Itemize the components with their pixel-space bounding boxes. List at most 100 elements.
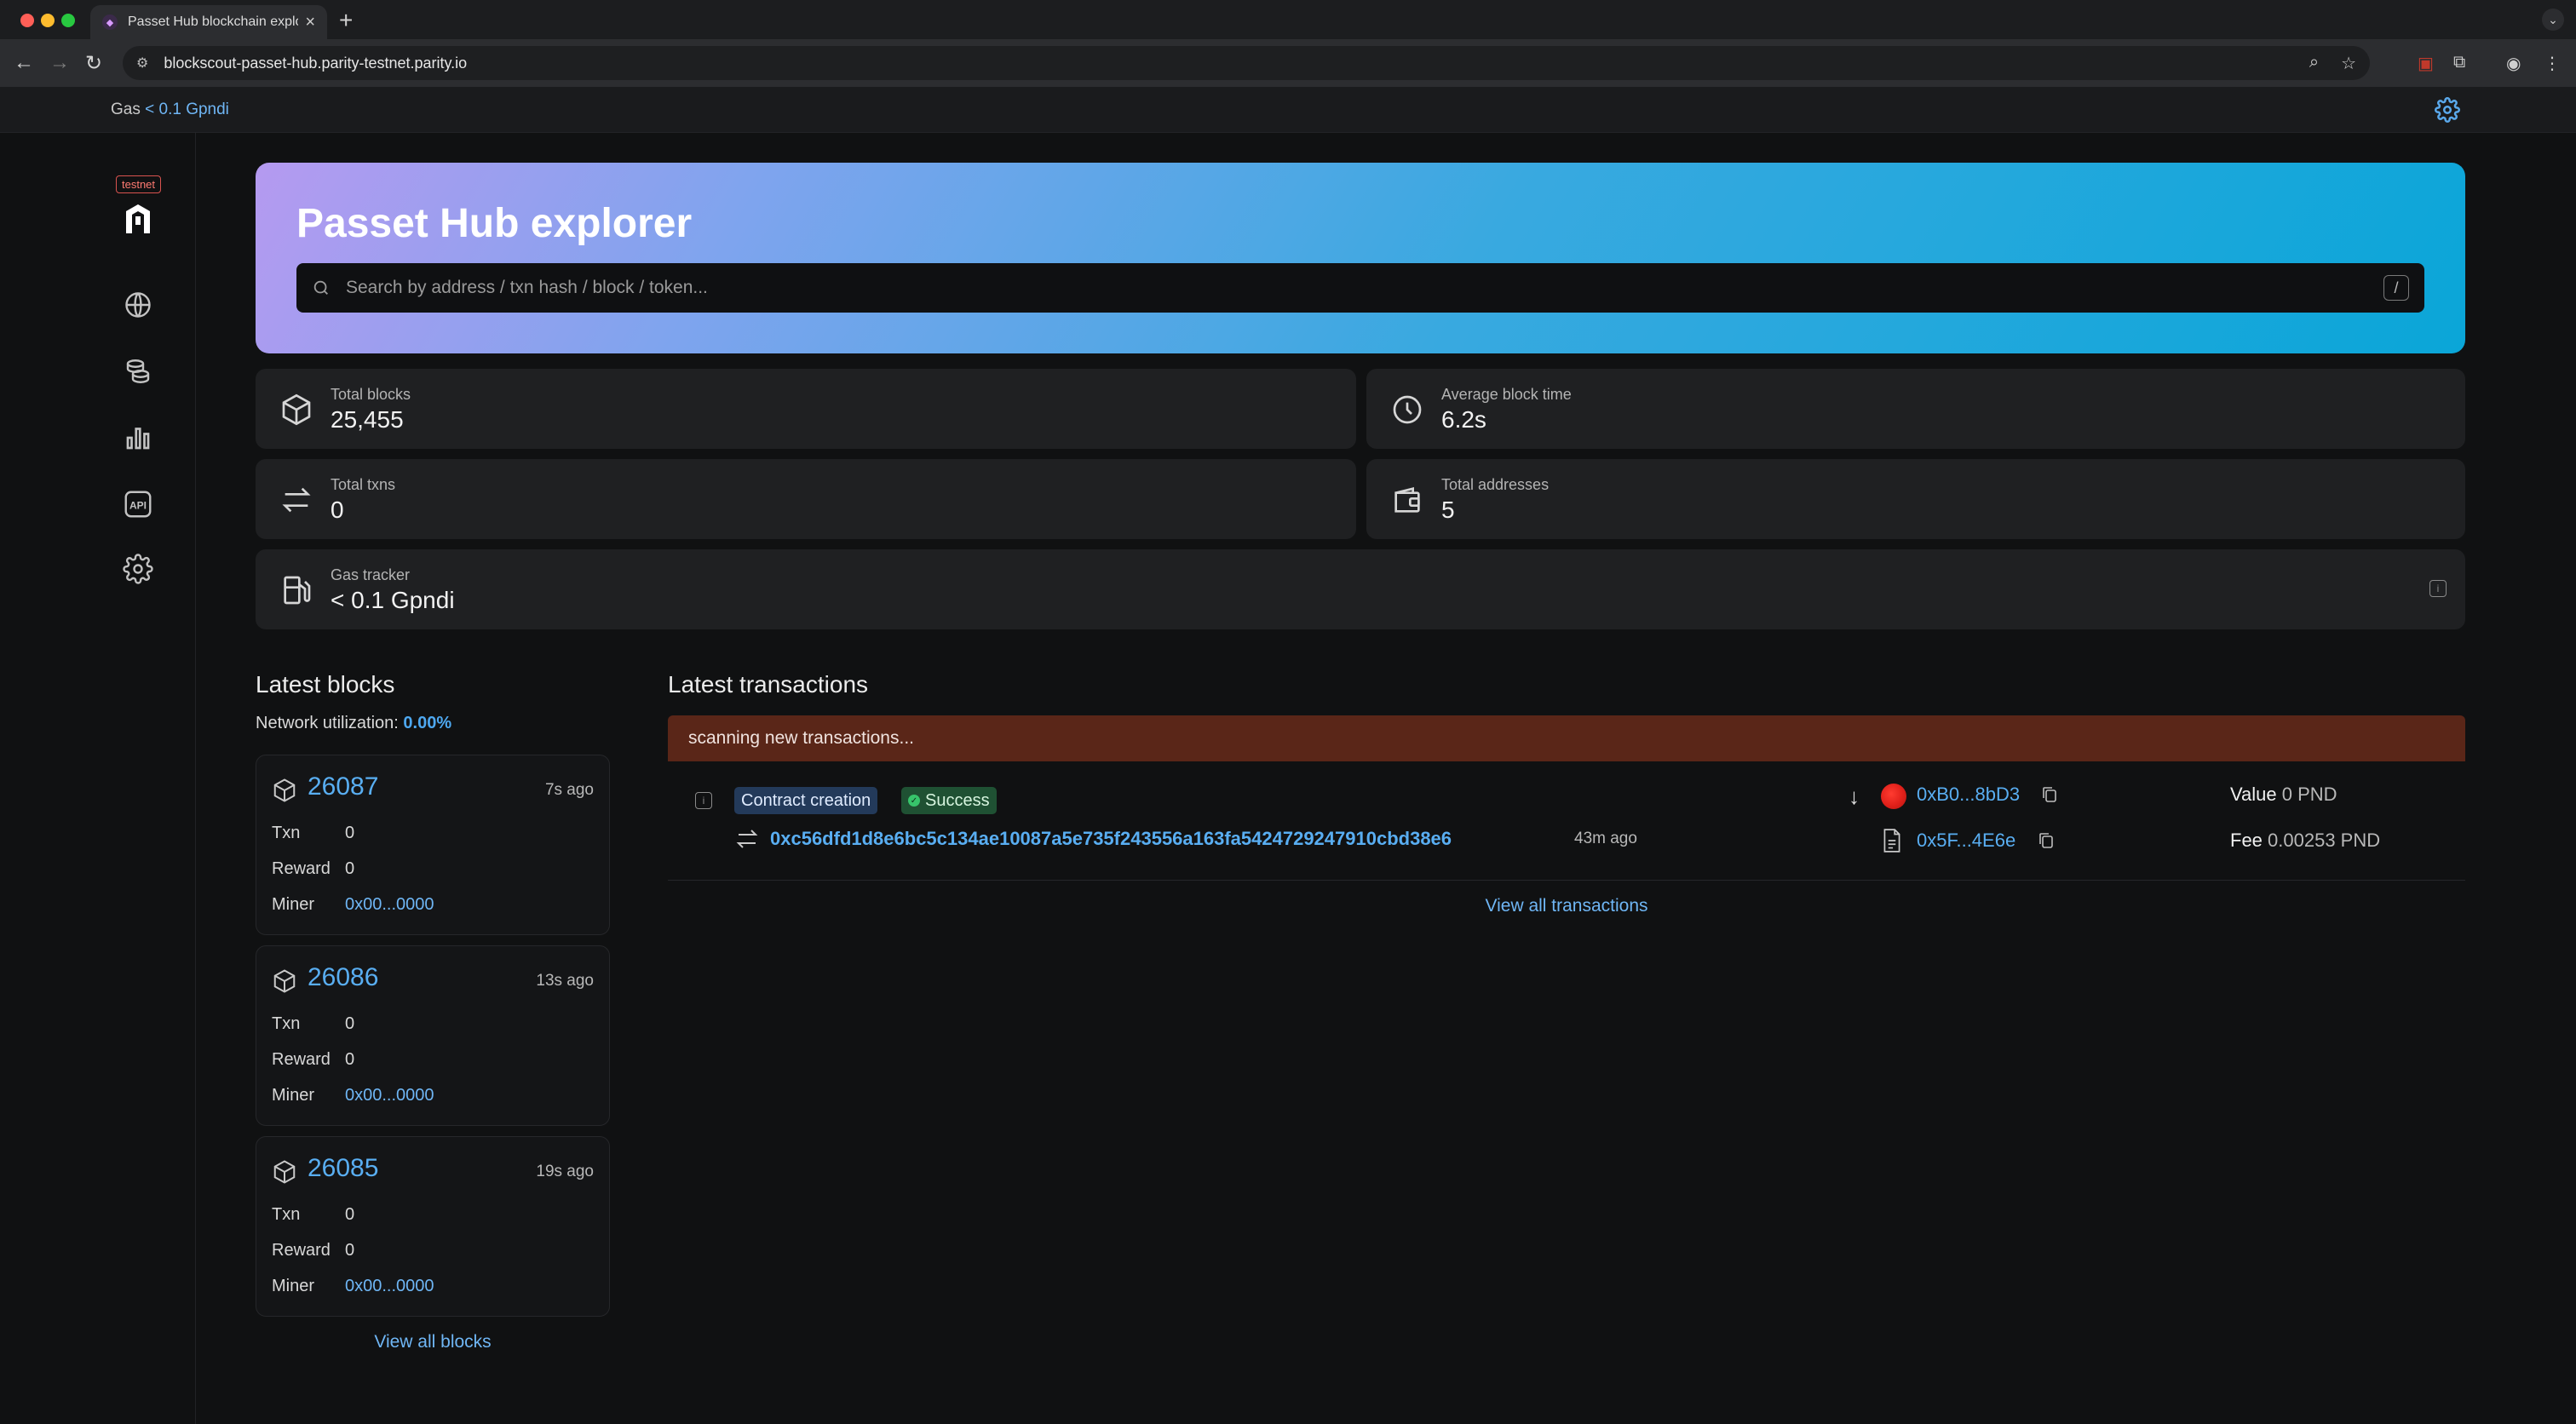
- block-row-label: Miner: [272, 895, 315, 914]
- api-icon[interactable]: API: [123, 489, 153, 520]
- bookmark-star-icon[interactable]: ☆: [2341, 53, 2356, 74]
- transfer-arrows-icon: [282, 487, 311, 513]
- top-info-bar: Gas < 0.1 Gpndi: [0, 87, 2576, 133]
- browser-menu-icon[interactable]: ⋮: [2544, 53, 2561, 74]
- forward-arrow-icon[interactable]: →: [49, 51, 70, 75]
- address-bar[interactable]: ⚙ blockscout-passet-hub.parity-testnet.p…: [123, 46, 2370, 80]
- gas-label: Gas: [111, 100, 141, 118]
- close-tab-icon[interactable]: ×: [305, 13, 315, 32]
- block-miner-link[interactable]: 0x00...0000: [345, 1277, 434, 1295]
- latest-blocks-title: Latest blocks: [256, 671, 395, 698]
- stat-value: < 0.1 Gpndi: [331, 587, 455, 613]
- cube-icon: [273, 1160, 296, 1184]
- copy-icon[interactable]: [2041, 785, 2058, 804]
- info-icon[interactable]: i: [2429, 580, 2447, 597]
- block-txn-row: Txn 0: [272, 824, 354, 843]
- to-address-link[interactable]: 0x5F...4E6e: [1917, 830, 2015, 852]
- cube-icon: [273, 778, 296, 802]
- extension-icon[interactable]: ▣: [2418, 53, 2434, 74]
- tx-value-label: Value: [2230, 784, 2277, 805]
- bar-chart-icon[interactable]: [123, 422, 153, 453]
- cube-icon: [282, 393, 311, 426]
- search-input[interactable]: [346, 278, 2383, 298]
- block-reward-value: 0: [345, 1050, 355, 1069]
- gas-price-indicator[interactable]: Gas < 0.1 Gpndi: [111, 100, 229, 119]
- transaction-row: i Contract creation ✓ Success 0xc56dfd1d…: [668, 761, 2465, 881]
- block-miner-link[interactable]: 0x00...0000: [345, 895, 434, 914]
- block-number-link[interactable]: 26087: [308, 772, 378, 801]
- stat-value: 0: [331, 497, 344, 523]
- gas-value-link[interactable]: < 0.1 Gpndi: [145, 100, 229, 118]
- copy-icon[interactable]: [2038, 831, 2055, 850]
- view-all-blocks-link[interactable]: View all blocks: [256, 1332, 610, 1352]
- api-icon-label: API: [129, 499, 147, 511]
- stat-label: Total blocks: [331, 386, 411, 403]
- success-check-icon: ✓: [908, 795, 920, 807]
- reload-icon[interactable]: ↻: [85, 51, 102, 76]
- stat-label: Total addresses: [1441, 476, 1550, 493]
- tx-fee-label: Fee: [2230, 830, 2263, 851]
- stat-label: Average block time: [1441, 386, 1572, 403]
- tab-title: Passet Hub blockchain explor: [128, 14, 298, 29]
- cube-icon: [273, 969, 296, 993]
- block-reward-row: Reward 0: [272, 1241, 354, 1260]
- site-info-icon[interactable]: ⚙: [136, 55, 148, 72]
- block-row-label: Reward: [272, 859, 331, 878]
- new-tab-icon[interactable]: +: [339, 7, 353, 34]
- block-txn-value: 0: [345, 1205, 355, 1224]
- info-icon[interactable]: i: [695, 792, 712, 809]
- block-reward-row: Reward 0: [272, 1050, 354, 1070]
- wallet-icon: [1394, 486, 1420, 513]
- tx-age: 43m ago: [1574, 830, 1637, 847]
- extensions-puzzle-icon[interactable]: ⧉: [2453, 53, 2465, 72]
- tx-status-tag: ✓ Success: [901, 787, 997, 814]
- arrow-down-icon: ↓: [1849, 784, 1860, 809]
- browser-toolbar: ← → ↻ ⚙ blockscout-passet-hub.parity-tes…: [0, 39, 2576, 87]
- stat-value: 6.2s: [1441, 406, 1486, 433]
- back-arrow-icon[interactable]: ←: [14, 51, 34, 75]
- search-bar[interactable]: /: [296, 263, 2424, 313]
- stat-label: Gas tracker: [331, 566, 411, 583]
- block-miner-link[interactable]: 0x00...0000: [345, 1086, 434, 1105]
- tx-hash-link[interactable]: 0xc56dfd1d8e6bc5c134ae10087a5e735f243556…: [770, 828, 1452, 850]
- block-number-link[interactable]: 26085: [308, 1154, 378, 1183]
- block-card: 26087 7s ago Txn 0 Reward 0 Miner 0x00...00…: [256, 755, 610, 935]
- browser-tab[interactable]: ◆ Passet Hub blockchain explor ×: [90, 5, 327, 39]
- address-avatar: [1881, 784, 1906, 809]
- network-utilization: Network utilization: 0.00%: [256, 714, 451, 733]
- gear-icon[interactable]: [123, 554, 153, 584]
- block-card: 26086 13s ago Txn 0 Reward 0 Miner 0x00...0…: [256, 945, 610, 1126]
- tx-value: Value 0 PND: [2230, 784, 2337, 806]
- window-minimize-button[interactable]: [41, 14, 55, 27]
- stat-avg-block-time: Average block time 6.2s: [1366, 369, 2465, 449]
- window-zoom-button[interactable]: [61, 14, 75, 27]
- zoom-icon[interactable]: ⌕: [2309, 53, 2319, 74]
- tx-value-amount: 0 PND: [2281, 784, 2337, 805]
- view-all-transactions-link[interactable]: View all transactions: [668, 896, 2465, 916]
- stat-value: 25,455: [331, 406, 404, 433]
- tab-search-chevron-icon[interactable]: ⌄: [2542, 9, 2564, 31]
- url-text: blockscout-passet-hub.parity-testnet.par…: [164, 54, 468, 72]
- block-number-link[interactable]: 26086: [308, 963, 378, 992]
- network-utilization-label: Network utilization:: [256, 714, 399, 732]
- passet-hub-logo-icon[interactable]: [123, 201, 153, 235]
- globe-icon[interactable]: [123, 290, 153, 320]
- block-reward-row: Reward 0: [272, 859, 354, 879]
- settings-gear-icon[interactable]: [2435, 97, 2460, 123]
- block-row-label: Txn: [272, 824, 301, 842]
- block-row-label: Miner: [272, 1086, 315, 1105]
- stat-value: 5: [1441, 497, 1455, 523]
- block-age: 19s ago: [536, 1163, 594, 1180]
- tx-fee-amount: 0.00253 PND: [2268, 830, 2381, 851]
- from-address-link[interactable]: 0xB0...8bD3: [1917, 784, 2020, 806]
- transfer-arrows-icon: [736, 830, 758, 848]
- stat-label: Total txns: [331, 476, 396, 493]
- window-close-button[interactable]: [20, 14, 34, 27]
- profile-icon[interactable]: ◉: [2506, 53, 2521, 74]
- tx-fee: Fee 0.00253 PND: [2230, 830, 2380, 852]
- coins-icon[interactable]: [123, 356, 153, 387]
- stat-gas-tracker: Gas tracker < 0.1 Gpndi i: [256, 549, 2465, 629]
- block-row-label: Reward: [272, 1241, 331, 1260]
- block-reward-value: 0: [345, 1241, 355, 1260]
- browser-tab-strip: ◆ Passet Hub blockchain explor × + ⌄: [0, 0, 2576, 39]
